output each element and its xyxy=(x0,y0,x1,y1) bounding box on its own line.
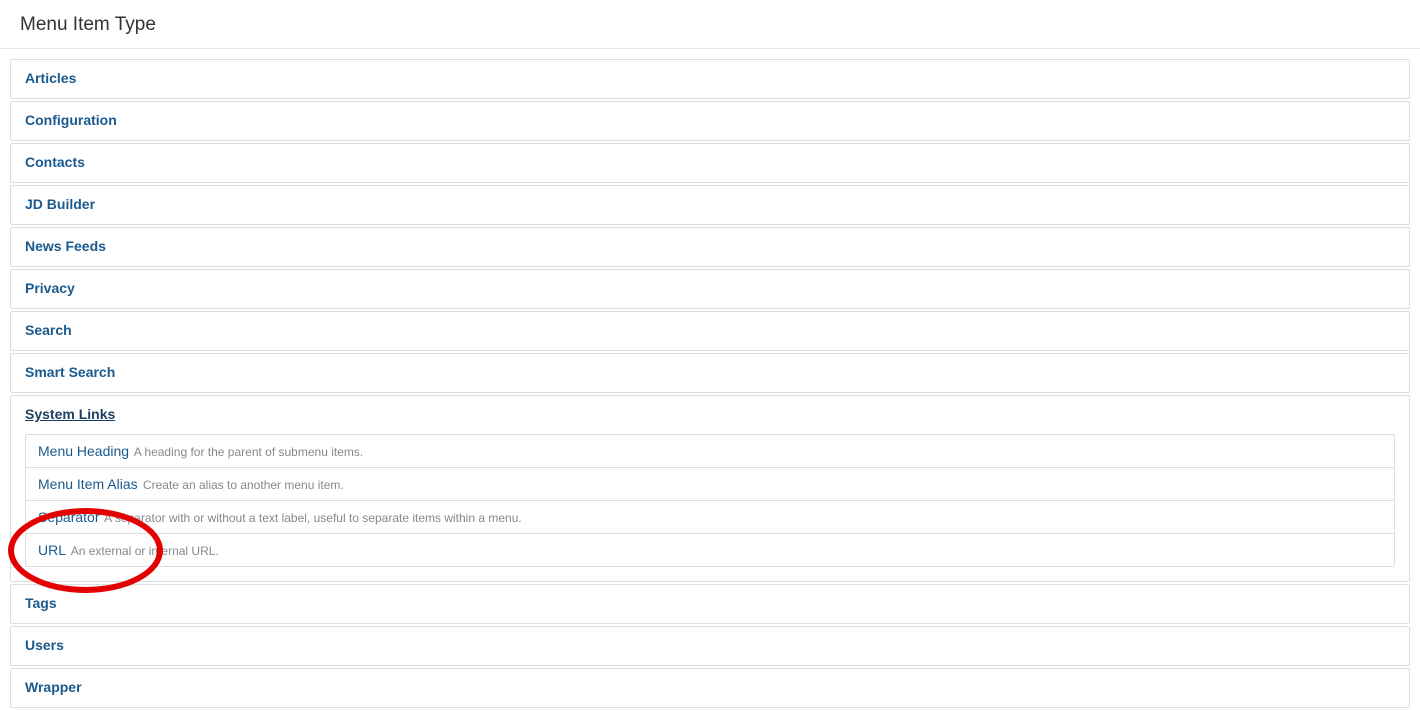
accordion-panel: Articles xyxy=(10,59,1410,99)
accordion-heading-link[interactable]: Users xyxy=(25,637,64,653)
sub-panel-container: Menu Heading A heading for the parent of… xyxy=(11,434,1409,581)
list-item: Separator A separator with or without a … xyxy=(25,500,1395,534)
menu-type-option[interactable]: Menu Item Alias Create an alias to anoth… xyxy=(26,468,1394,500)
accordion-panel: Tags xyxy=(10,584,1410,624)
option-description: A heading for the parent of submenu item… xyxy=(131,445,363,459)
accordion-heading-link[interactable]: Contacts xyxy=(25,154,85,170)
accordion-heading[interactable]: Configuration xyxy=(11,102,1409,140)
accordion-heading[interactable]: Smart Search xyxy=(11,354,1409,392)
option-description: A separator with or without a text label… xyxy=(101,511,521,525)
page-header: Menu Item Type xyxy=(0,0,1420,48)
option-description: Create an alias to another menu item. xyxy=(140,478,344,492)
page-title: Menu Item Type xyxy=(20,14,1400,36)
accordion-heading-link[interactable]: Configuration xyxy=(25,112,117,128)
accordion-heading[interactable]: Search xyxy=(11,312,1409,350)
accordion-panel: JD Builder xyxy=(10,185,1410,225)
accordion-panel: Search xyxy=(10,311,1410,351)
accordion-panel: Smart Search xyxy=(10,353,1410,393)
option-link[interactable]: Menu Heading xyxy=(38,443,129,459)
accordion-heading[interactable]: JD Builder xyxy=(11,186,1409,224)
accordion-heading-link[interactable]: News Feeds xyxy=(25,238,106,254)
accordion-heading[interactable]: Privacy xyxy=(11,270,1409,308)
accordion-heading[interactable]: System Links xyxy=(11,396,1409,434)
accordion-panel: System Links Menu Heading A heading for t… xyxy=(10,395,1410,582)
accordion-panel: Configuration xyxy=(10,101,1410,141)
accordion-heading-link[interactable]: Smart Search xyxy=(25,364,115,380)
accordion-panel: Wrapper xyxy=(10,668,1410,708)
accordion-panel: News Feeds xyxy=(10,227,1410,267)
list-item: Menu Heading A heading for the parent of… xyxy=(25,434,1395,468)
menu-type-option[interactable]: Menu Heading A heading for the parent of… xyxy=(26,435,1394,467)
accordion-panel: Contacts xyxy=(10,143,1410,183)
option-link[interactable]: Menu Item Alias xyxy=(38,476,138,492)
option-description: An external or internal URL. xyxy=(68,544,219,558)
accordion-panel: Users xyxy=(10,626,1410,666)
accordion-heading[interactable]: Tags xyxy=(11,585,1409,623)
accordion-heading-link[interactable]: Articles xyxy=(25,70,76,86)
accordion-heading-link[interactable]: Wrapper xyxy=(25,679,82,695)
accordion-heading-link[interactable]: JD Builder xyxy=(25,196,95,212)
header-divider xyxy=(0,48,1420,49)
menu-type-option[interactable]: Separator A separator with or without a … xyxy=(26,501,1394,533)
accordion-heading-link[interactable]: Search xyxy=(25,322,72,338)
accordion-heading-link[interactable]: Tags xyxy=(25,595,57,611)
accordion-heading[interactable]: Articles xyxy=(11,60,1409,98)
accordion-heading-link[interactable]: Privacy xyxy=(25,280,75,296)
menu-type-option[interactable]: URL An external or internal URL. xyxy=(26,534,1394,566)
accordion-heading[interactable]: Users xyxy=(11,627,1409,665)
panel-container: Articles Configuration Contacts JD Builder N… xyxy=(0,59,1420,708)
list-item: Menu Item Alias Create an alias to anoth… xyxy=(25,467,1395,501)
accordion-heading[interactable]: News Feeds xyxy=(11,228,1409,266)
accordion-heading-link[interactable]: System Links xyxy=(25,406,115,422)
accordion-panel: Privacy xyxy=(10,269,1410,309)
list-item: URL An external or internal URL. xyxy=(25,533,1395,567)
accordion-heading[interactable]: Contacts xyxy=(11,144,1409,182)
option-link[interactable]: Separator xyxy=(38,509,99,525)
accordion-heading[interactable]: Wrapper xyxy=(11,669,1409,707)
option-link[interactable]: URL xyxy=(38,542,66,558)
